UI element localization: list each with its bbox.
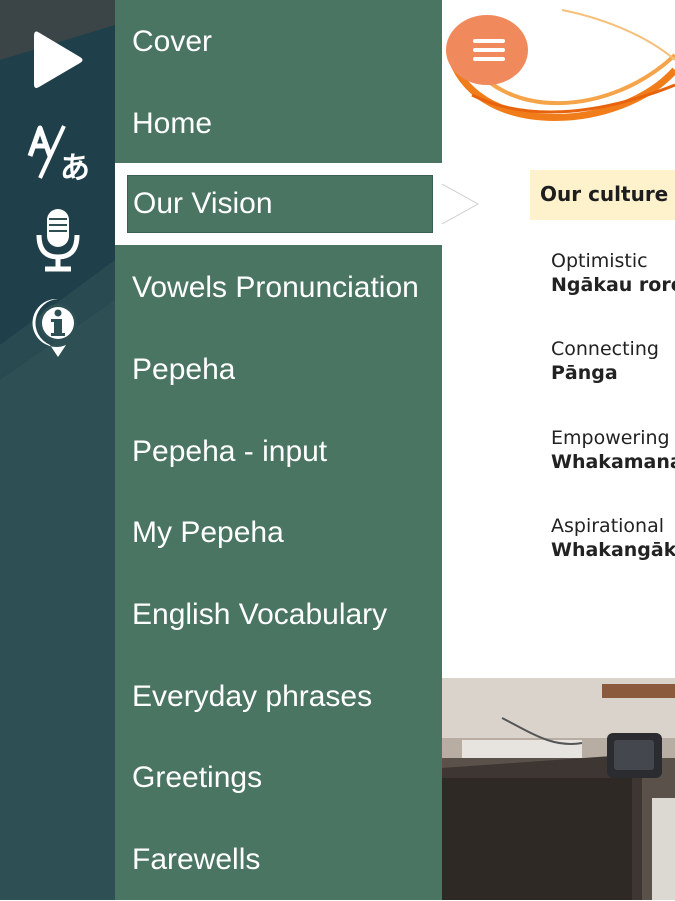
page-content: Our culture Optimistic Ngākau rorotu Con… [442, 0, 675, 900]
value-item: Empowering Whakamana [551, 427, 675, 475]
office-photo [442, 678, 675, 900]
nav-item-farewells[interactable]: Farewells [115, 819, 442, 901]
nav-item-pepeha[interactable]: Pepeha [115, 329, 442, 411]
microphone-icon[interactable] [22, 208, 94, 272]
value-maori: Pānga [551, 362, 618, 384]
value-english: Connecting [551, 338, 659, 360]
nav-item-label: Everyday phrases [132, 680, 373, 713]
menu-button[interactable] [446, 15, 528, 85]
svg-text:あ: あ [60, 151, 90, 182]
value-maori: Whakangākau [551, 539, 675, 561]
nav-item-label: Our Vision [133, 187, 273, 220]
nav-item-greetings[interactable]: Greetings [115, 737, 442, 819]
value-maori: Whakamana [551, 451, 675, 473]
nav-item-label: English Vocabulary [132, 598, 388, 631]
value-english: Optimistic [551, 250, 648, 272]
nav-item-our-vision[interactable]: Our Vision [115, 163, 447, 245]
nav-item-my-pepeha[interactable]: My Pepeha [115, 492, 442, 574]
selection-pointer [442, 184, 480, 225]
value-maori: Ngākau rorotu [551, 274, 675, 296]
nav-item-vowels-pronunciation[interactable]: Vowels Pronunciation [115, 247, 442, 329]
play-icon[interactable] [22, 28, 94, 92]
nav-item-label: Greetings [132, 761, 263, 794]
icon-rail: あ [0, 0, 115, 900]
nav-item-pepeha-input[interactable]: Pepeha - input [115, 411, 442, 493]
info-icon[interactable] [22, 296, 94, 360]
culture-banner: Our culture [530, 170, 675, 220]
value-item: Optimistic Ngākau rorotu [551, 250, 675, 298]
nav-item-label: My Pepeha [132, 516, 284, 549]
nav-item-label: Farewells [132, 843, 261, 876]
value-item: Connecting Pānga [551, 338, 659, 386]
nav-item-label: Pepeha - input [132, 435, 328, 468]
navigation-drawer: Cover Home Our Vision Vowels Pronunciati… [115, 0, 447, 901]
value-english: Aspirational [551, 515, 665, 537]
translate-icon[interactable]: あ [22, 120, 94, 184]
nav-item-everyday-phrases[interactable]: Everyday phrases [115, 656, 442, 738]
nav-item-label: Home [132, 107, 213, 140]
value-english: Empowering [551, 427, 670, 449]
nav-item-cover[interactable]: Cover [115, 1, 442, 83]
nav-item-label: Pepeha [132, 353, 236, 386]
nav-item-home[interactable]: Home [115, 83, 442, 165]
nav-item-english-vocabulary[interactable]: English Vocabulary [115, 574, 442, 656]
nav-item-label: Cover [132, 25, 213, 58]
value-item: Aspirational Whakangākau [551, 515, 675, 563]
nav-item-label: Vowels Pronunciation [132, 271, 419, 304]
